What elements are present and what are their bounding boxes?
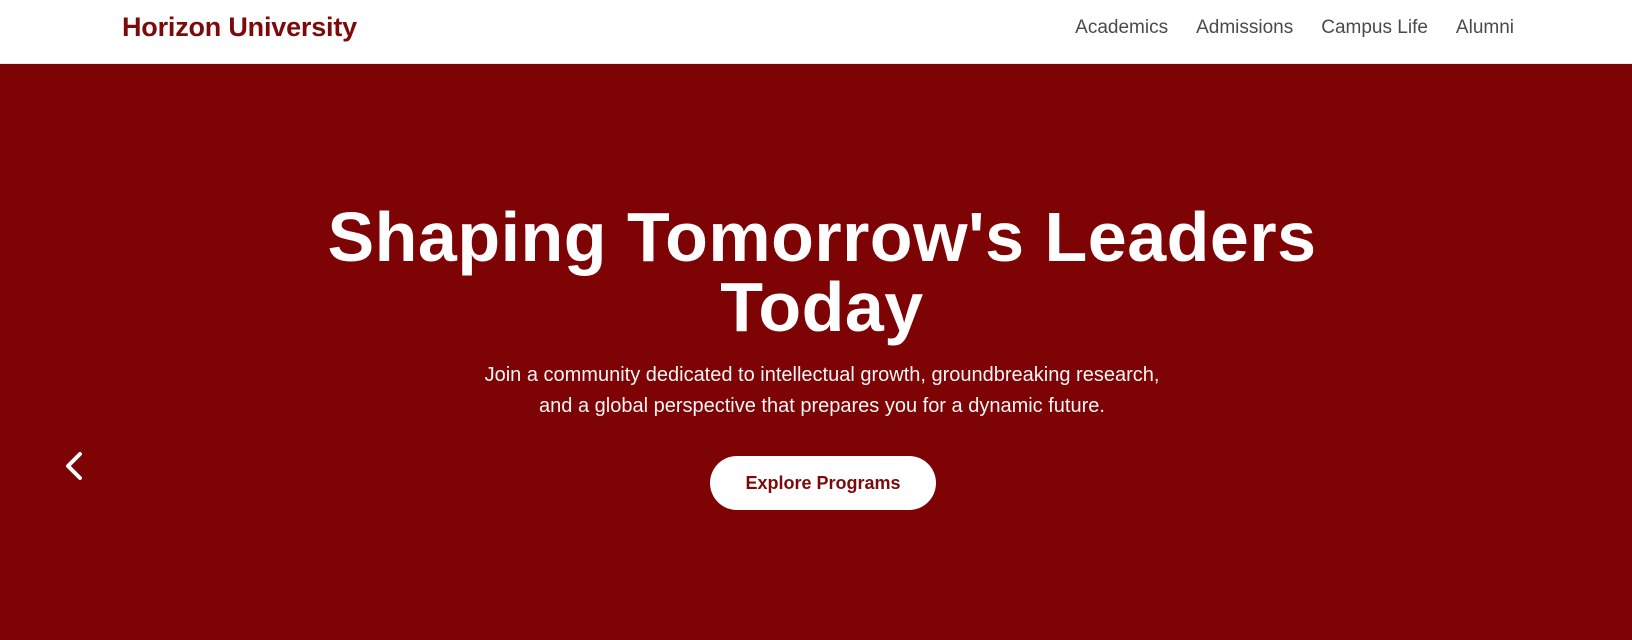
carousel-prev-button[interactable]	[58, 446, 92, 486]
site-header: Horizon University Academics Admissions …	[0, 0, 1632, 64]
hero-subtitle-line-2: and a global perspective that prepares y…	[539, 395, 1105, 417]
hero-title: Shaping Tomorrow's Leaders Today	[0, 202, 1632, 342]
main-nav: Academics Admissions Campus Life Alumni	[1075, 16, 1514, 40]
nav-link-admissions[interactable]: Admissions	[1196, 16, 1293, 40]
nav-link-alumni[interactable]: Alumni	[1456, 16, 1514, 40]
explore-programs-button[interactable]: Explore Programs	[710, 456, 936, 510]
chevron-left-icon	[66, 452, 82, 480]
nav-link-academics[interactable]: Academics	[1075, 16, 1168, 40]
hero-subtitle-line-1: Join a community dedicated to intellectu…	[484, 364, 1160, 386]
hero-title-line-2: Today	[720, 268, 924, 346]
hero-subtitle: Join a community dedicated to intellectu…	[0, 360, 1632, 422]
hero-title-line-1: Shaping Tomorrow's Leaders	[327, 198, 1317, 276]
brand-logo-link[interactable]: Horizon University	[122, 12, 357, 43]
hero-banner: Shaping Tomorrow's Leaders Today Join a …	[0, 64, 1632, 640]
nav-link-campus-life[interactable]: Campus Life	[1321, 16, 1428, 40]
